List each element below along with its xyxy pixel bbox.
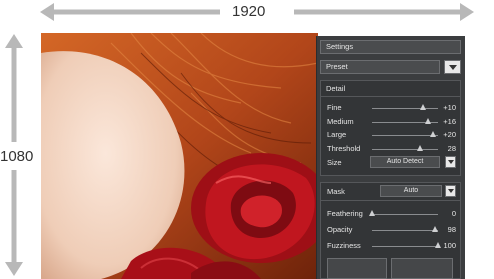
panel.mask-slider-thumb-feathering[interactable] [369,210,375,216]
panel.detail-slider-threshold[interactable] [372,148,438,150]
panel.detail-slider-thumb-fine[interactable] [420,104,427,110]
detail-divider [320,96,461,97]
dropdown-arrow-icon [448,160,454,164]
panel.detail-label-large: Large [327,130,347,139]
panel.detail-label-threshold: Threshold [327,143,361,153]
panel.detail-label-medium: Medium [327,116,354,126]
height-label: 1080 [0,148,34,166]
settings-title: Settings [326,42,354,51]
panel.detail-label-fine: Fine [327,103,342,112]
panel.detail-slider-fine[interactable] [372,108,438,109]
panel.mask-slider-opacity[interactable] [372,230,438,231]
panel.detail-value-medium: +16 [443,116,456,126]
panel.mask-slider-fuzziness[interactable] [372,246,438,247]
panel.detail-value-fine: +10 [443,103,456,112]
preset-select[interactable]: Preset [320,60,440,74]
size-dropdown-button[interactable] [445,156,456,168]
settings-header[interactable]: Settings [320,40,461,54]
dropdown-arrow-icon [448,189,454,193]
mask-preview-right[interactable] [391,258,453,279]
photo-canvas[interactable] [41,33,318,279]
size-label: Size [327,158,342,167]
mask-title: Mask [327,187,345,196]
preset-dropdown-button[interactable] [444,60,461,74]
mask-preview-left[interactable] [327,258,387,279]
panel.detail-value-threshold: 28 [447,143,456,153]
panel.detail-slider-thumb-medium[interactable] [425,117,432,124]
size-select[interactable]: Auto Detect [370,156,440,168]
photo-image [41,33,318,279]
detail-title: Detail [326,84,346,93]
panel.mask-label-fuzziness: Fuzziness [327,241,361,250]
panel.mask-label-feathering: Feathering [327,209,363,218]
panel.mask-value-fuzziness: 100 [443,241,456,250]
panel.detail-slider-thumb-threshold[interactable] [416,144,423,151]
mask-dropdown-button[interactable] [445,185,456,197]
panel.mask-value-feathering: 0 [451,209,456,218]
panel.detail-slider-large[interactable] [372,135,438,136]
width-label: 1920 [226,2,272,22]
panel.mask-value-opacity: 98 [447,225,456,234]
preset-label: Preset [326,62,348,71]
mask-mode-value: Auto [403,187,419,194]
panel.mask-label-opacity: Opacity [327,225,353,234]
mask-divider [320,200,461,201]
panel.mask-slider-feathering[interactable] [372,214,438,215]
panel.detail-value-large: +20 [443,130,456,139]
mask-mode-select[interactable]: Auto [380,185,442,197]
dropdown-arrow-icon [449,65,457,70]
size-value: Auto Detect [386,158,424,165]
